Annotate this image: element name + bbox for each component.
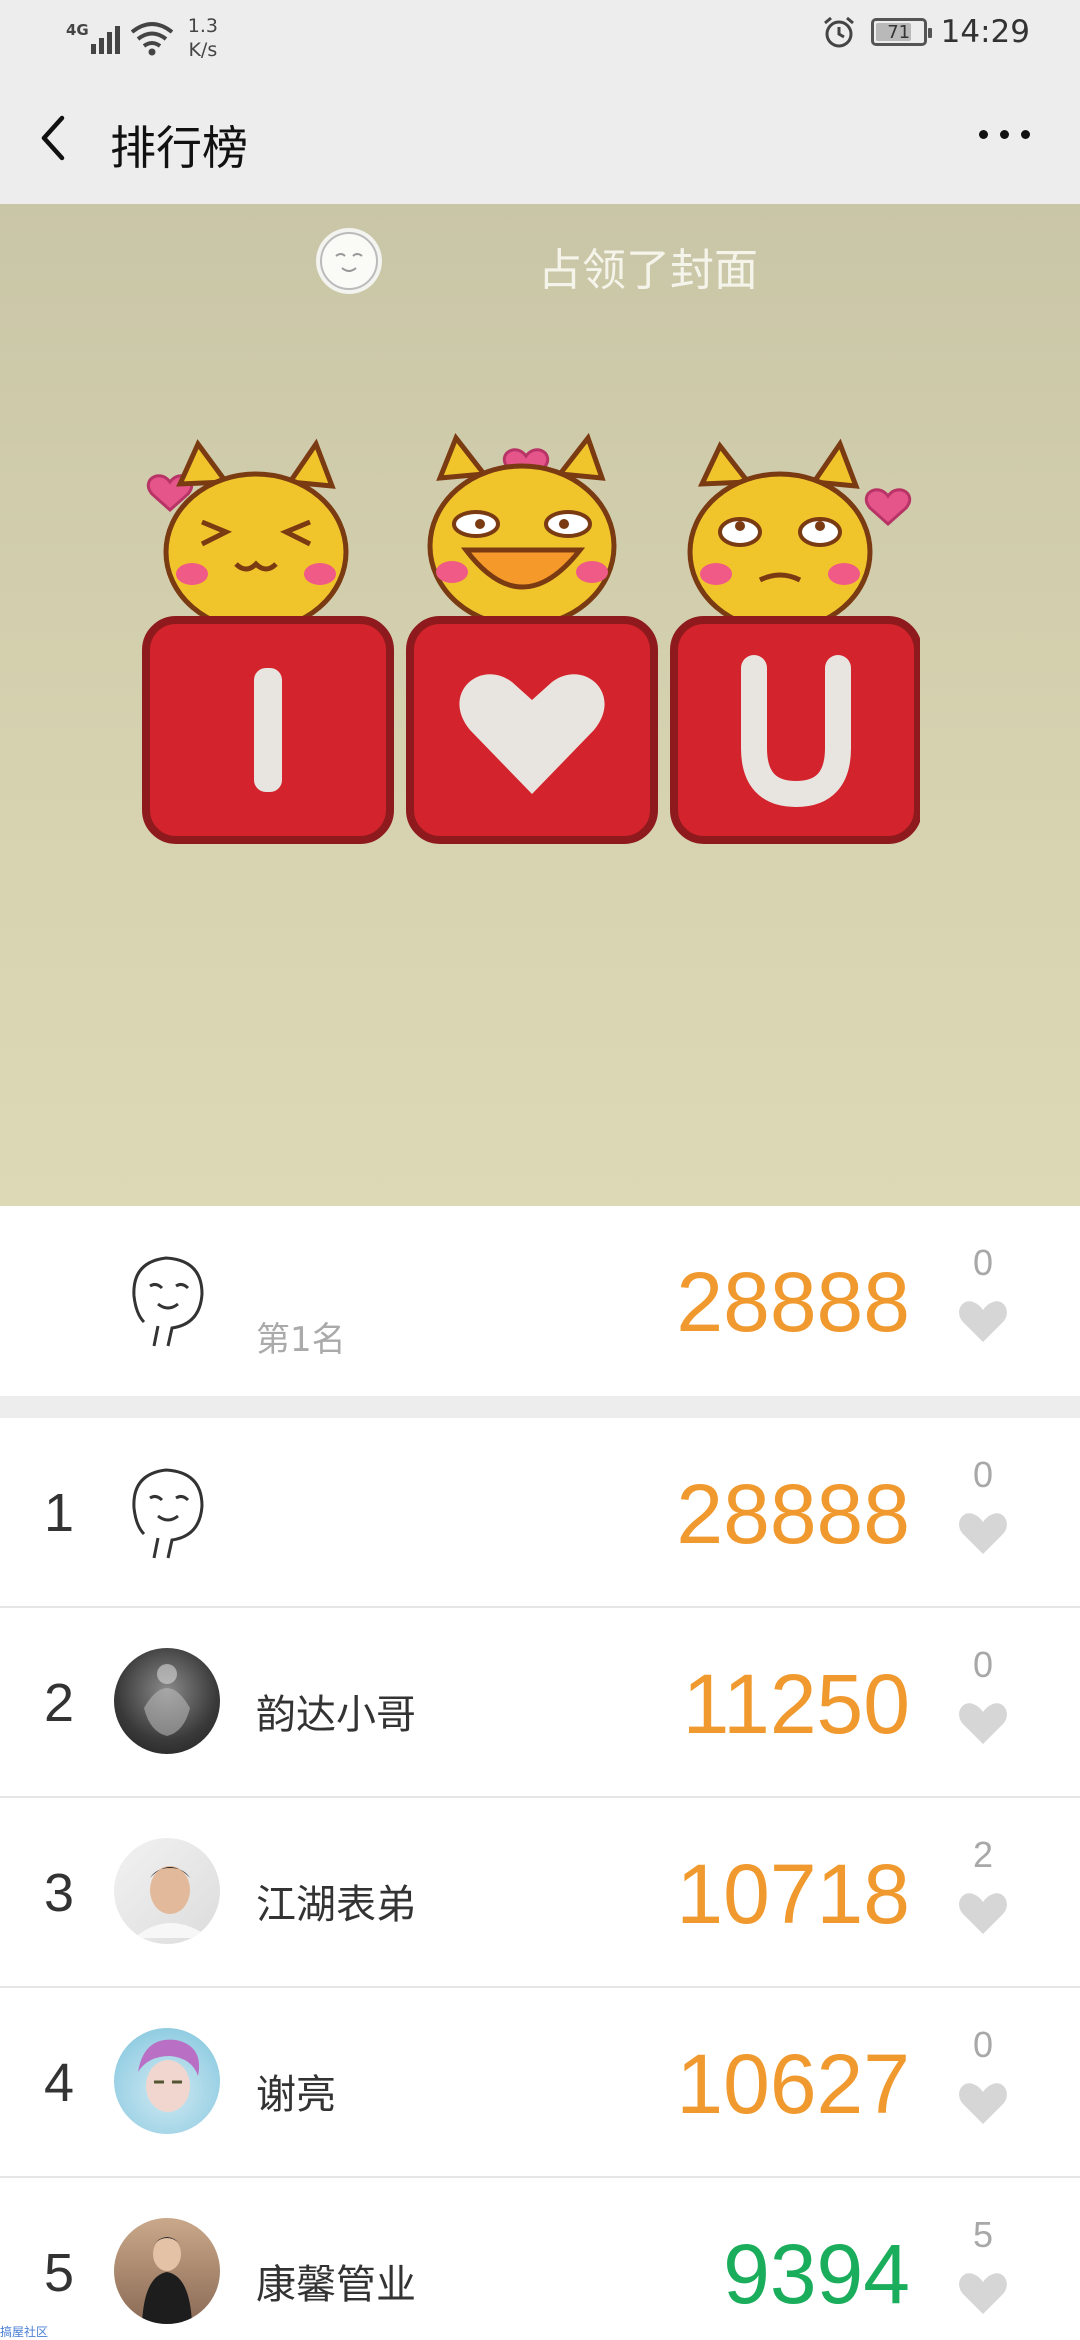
user-score: 28888 (676, 1467, 910, 1561)
rank-number: 4 (44, 2053, 75, 2113)
user-avatar[interactable] (114, 2218, 220, 2324)
speed-unit: K/s (188, 39, 218, 61)
user-score: 10718 (676, 1847, 910, 1941)
clock: 14:29 (940, 14, 1030, 50)
nav-header: 排行榜 (0, 72, 1080, 204)
like-count: 0 (972, 1242, 994, 1283)
like-area[interactable]: 5 (938, 2214, 1028, 2320)
my-avatar[interactable] (114, 1246, 220, 1352)
status-left: 4G 1.3 K/s (66, 14, 218, 62)
network-type: 4G (66, 21, 89, 39)
my-rank-row[interactable]: 第1名 28888 0 (0, 1206, 1080, 1396)
watermark: 搞屋社区 (0, 2325, 49, 2339)
user-avatar[interactable] (114, 2028, 220, 2134)
user-score: 11250 (682, 1657, 910, 1751)
signal-icon (90, 22, 120, 54)
like-area[interactable]: 0 (938, 1644, 1028, 1750)
battery-icon: 71 (870, 18, 932, 46)
user-avatar[interactable] (114, 1648, 220, 1754)
heart-icon[interactable] (958, 1512, 1008, 1556)
cover-banner: 占领了封面 (0, 204, 1080, 1206)
status-right: 71 14:29 (821, 14, 1030, 50)
user-score: 10627 (676, 2037, 910, 2131)
rank-number: 5 (44, 2243, 75, 2303)
like-area[interactable]: 0 (938, 2024, 1028, 2130)
user-name: 韵达小哥 (256, 1692, 416, 1738)
like-area[interactable]: 0 (938, 1454, 1028, 1560)
rank-number: 3 (44, 1863, 75, 1923)
heart-icon[interactable] (958, 2082, 1008, 2126)
rank-number: 1 (44, 1483, 75, 1543)
like-count: 0 (972, 1644, 994, 1685)
heart-icon[interactable] (958, 1702, 1008, 1746)
wifi-icon (130, 22, 173, 56)
network-speed: 1.3 K/s (188, 14, 218, 62)
more-icon[interactable] (979, 130, 1030, 139)
ranking-row[interactable]: 4 谢亮 10627 0 (0, 1988, 1080, 2178)
user-name: 谢亮 (256, 2072, 336, 2118)
user-avatar[interactable] (114, 1458, 220, 1564)
user-avatar[interactable] (114, 1838, 220, 1944)
my-score: 28888 (676, 1255, 910, 1349)
like-count: 0 (972, 1454, 994, 1495)
ranking-row[interactable]: 2 韵达小哥 11250 0 (0, 1608, 1080, 1798)
ranking-row[interactable]: 1 28888 0 (0, 1418, 1080, 1608)
rank-number: 2 (44, 1673, 75, 1733)
my-rank-label: 第1名 (256, 1320, 346, 1360)
ranking-row[interactable]: 5 康馨管业 9394 5 (0, 2178, 1080, 2340)
user-name: 江湖表弟 (256, 1882, 416, 1928)
my-like-area[interactable]: 0 (938, 1242, 1028, 1348)
like-area[interactable]: 2 (938, 1834, 1028, 1940)
battery-level: 71 (887, 21, 911, 43)
cover-caption: 占领了封面 (538, 245, 758, 296)
like-count: 0 (972, 2024, 994, 2065)
like-count: 2 (972, 1834, 994, 1875)
ranking-row[interactable]: 3 江湖表弟 10718 2 (0, 1798, 1080, 1988)
cover-owner-avatar[interactable] (316, 228, 382, 294)
user-score: 9394 (723, 2227, 910, 2321)
status-bar: 4G 1.3 K/s 71 14:29 (0, 0, 1080, 72)
like-count: 5 (972, 2214, 994, 2255)
back-icon[interactable] (34, 110, 74, 166)
speed-value: 1.3 (187, 15, 218, 37)
heart-icon[interactable] (958, 1892, 1008, 1936)
user-name: 康馨管业 (256, 2262, 416, 2308)
heart-icon[interactable] (958, 2272, 1008, 2316)
section-divider (0, 1396, 1080, 1418)
i-love-u-cats-image (142, 432, 920, 844)
alarm-icon (823, 16, 854, 48)
page-title: 排行榜 (110, 121, 248, 175)
heart-icon[interactable] (958, 1300, 1008, 1344)
